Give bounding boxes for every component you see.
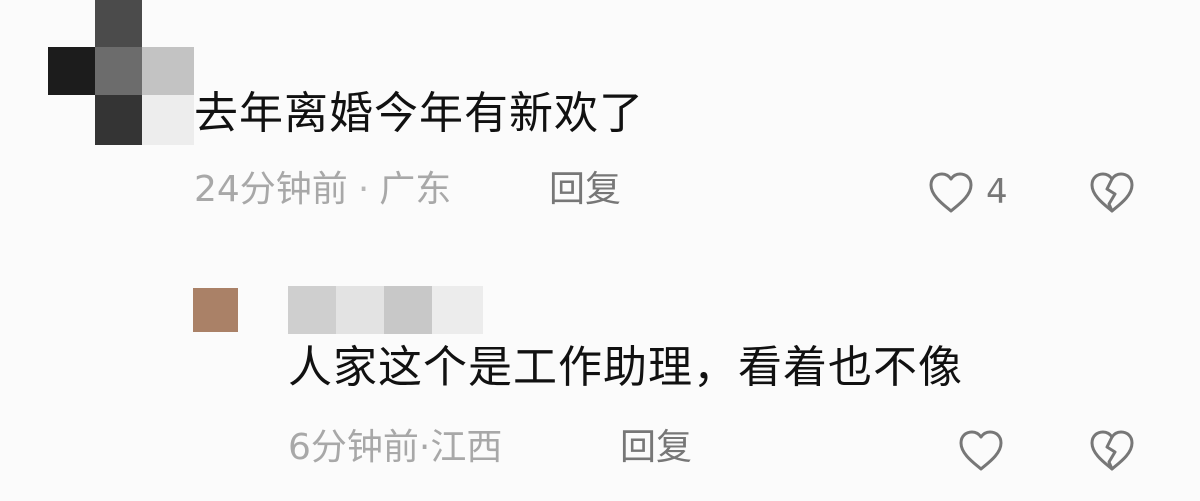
- reply-location: 江西: [430, 427, 503, 468]
- comment-meta: 24分钟前 · 广东: [194, 164, 451, 216]
- like-count: 4: [986, 172, 1008, 212]
- reply-username: [288, 286, 483, 334]
- heart-outline-icon: [926, 169, 976, 215]
- comment-time: 24分钟前: [194, 169, 348, 210]
- meta-separator: ·: [418, 427, 431, 468]
- heart-outline-icon: [956, 427, 1006, 473]
- comment-item: 去年离婚今年有新欢了 24分钟前 · 广东 回复 4: [0, 0, 1200, 230]
- reply-text: 人家这个是工作助理，看着也不像: [288, 342, 963, 393]
- avatar[interactable]: [48, 0, 194, 145]
- reply-meta: 6分钟前·江西: [288, 422, 502, 474]
- comment-text: 去年离婚今年有新欢了: [194, 88, 644, 139]
- comment-location: 广东: [379, 169, 452, 210]
- broken-heart-icon: [1087, 169, 1137, 215]
- reply-avatar[interactable]: [193, 288, 238, 332]
- reply-time: 6分钟前: [288, 427, 419, 468]
- like-button[interactable]: [953, 422, 1009, 478]
- broken-heart-icon: [1087, 427, 1137, 473]
- dislike-button[interactable]: [1084, 164, 1140, 220]
- meta-separator: ·: [357, 169, 370, 210]
- dislike-button[interactable]: [1084, 422, 1140, 478]
- reply-item: 人家这个是工作助理，看着也不像 6分钟前·江西 回复: [0, 250, 1200, 501]
- like-button[interactable]: 4: [926, 164, 1008, 220]
- reply-button[interactable]: 回复: [549, 164, 621, 216]
- reply-button[interactable]: 回复: [620, 422, 692, 474]
